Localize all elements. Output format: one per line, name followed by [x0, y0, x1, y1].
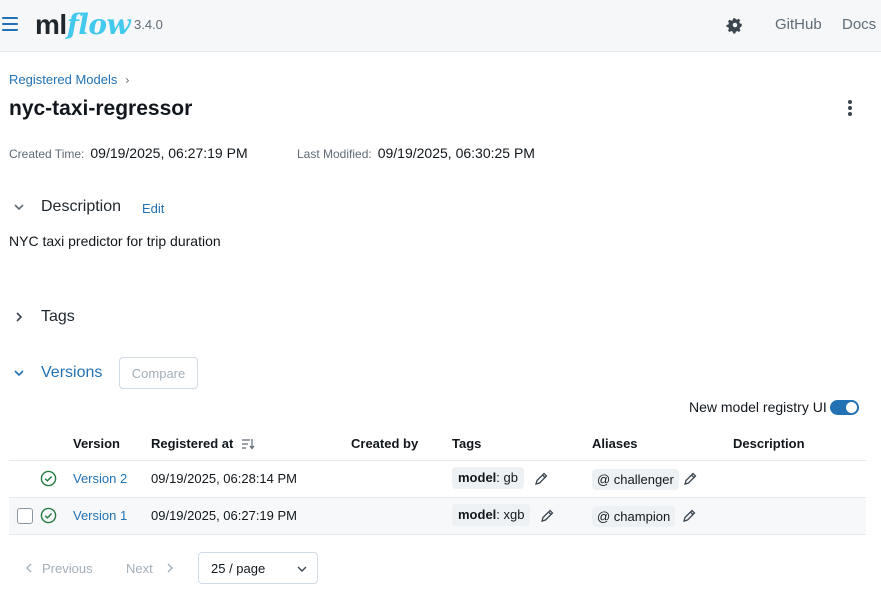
docs-link[interactable]: Docs [842, 16, 876, 33]
last-modified-value: 09/19/2025, 06:30:25 PM [377, 145, 535, 161]
chevron-right-icon [167, 563, 173, 573]
status-ready-icon [40, 470, 57, 487]
versions-section-toggle[interactable]: Versions [13, 364, 102, 382]
gear-icon[interactable] [726, 16, 744, 34]
compare-button[interactable]: Compare [119, 357, 198, 389]
created-time-value: 09/19/2025, 06:27:19 PM [90, 145, 248, 161]
pagination: Previous Next 25 / page [0, 552, 400, 584]
table-row: Version 2 09/19/2025, 06:28:14 PM model:… [9, 461, 866, 498]
table-row: Version 1 09/19/2025, 06:27:19 PM model:… [9, 498, 866, 535]
menu-icon[interactable] [2, 17, 18, 31]
description-heading: Description [41, 198, 122, 215]
versions-table: Version Registered at Created by Tags Al… [9, 426, 866, 535]
top-bar: mlflow 3.4.0 GitHub Docs [0, 0, 881, 52]
column-registered-at[interactable]: Registered at [151, 436, 255, 451]
tag-chip: model: gb [452, 467, 524, 489]
description-section-toggle[interactable]: Description [13, 198, 121, 216]
column-tags: Tags [452, 436, 482, 451]
breadcrumb-separator: › [125, 73, 130, 87]
column-version[interactable]: Version [73, 436, 120, 451]
github-link[interactable]: GitHub [775, 16, 822, 33]
created-time: Created Time: 09/19/2025, 06:27:19 PM [9, 145, 248, 161]
registered-at-value: 09/19/2025, 06:28:14 PM [151, 471, 298, 486]
last-modified: Last Modified: 09/19/2025, 06:30:25 PM [297, 145, 535, 161]
created-time-label: Created Time: [9, 147, 85, 161]
page-size-select[interactable]: 25 / page [198, 552, 318, 584]
chevron-right-icon [16, 312, 23, 322]
registered-at-value: 09/19/2025, 06:27:19 PM [151, 508, 298, 523]
edit-alias-pencil-icon[interactable] [682, 471, 698, 487]
tag-key: model [458, 470, 497, 485]
description-text: NYC taxi predictor for trip duration [9, 233, 221, 249]
tag-value: : xgb [496, 507, 525, 522]
page-size-value: 25 / page [211, 561, 266, 576]
breadcrumb-registered-models[interactable]: Registered Models [9, 72, 117, 87]
column-aliases: Aliases [592, 436, 638, 451]
column-created-by: Created by [351, 436, 419, 451]
page-title: nyc-taxi-regressor [9, 97, 193, 120]
alias-chip: @ champion [592, 506, 676, 527]
next-page-button[interactable]: Next [126, 561, 153, 576]
column-registered-at-label: Registered at [151, 436, 234, 451]
version-link[interactable]: Version 2 [73, 471, 127, 486]
tag-chip: model: xgb [452, 504, 531, 526]
column-description: Description [733, 436, 805, 451]
mlflow-logo[interactable]: mlflow [35, 8, 131, 41]
more-options-icon[interactable] [842, 100, 858, 118]
new-registry-ui-toggle[interactable] [830, 400, 859, 415]
edit-alias-pencil-icon[interactable] [681, 508, 697, 524]
edit-tags-pencil-icon[interactable] [539, 508, 555, 524]
previous-page-button[interactable]: Previous [42, 561, 93, 576]
sort-descending-icon[interactable] [241, 438, 255, 450]
chevron-down-icon [14, 204, 24, 211]
alias-chip: @ challenger [592, 469, 679, 490]
tags-section-toggle[interactable]: Tags [13, 308, 75, 326]
versions-heading: Versions [41, 364, 103, 381]
chevron-down-icon [297, 566, 307, 572]
edit-description-link[interactable]: Edit [142, 201, 164, 216]
table-header: Version Registered at Created by Tags Al… [9, 426, 866, 461]
chevron-down-icon [14, 370, 24, 377]
version-link[interactable]: Version 1 [73, 508, 127, 523]
tags-heading: Tags [41, 308, 75, 325]
version-label: 3.4.0 [134, 17, 163, 32]
tag-value: : gb [496, 470, 518, 485]
new-registry-ui-label: New model registry UI [689, 399, 827, 415]
chevron-left-icon [26, 563, 32, 573]
row-select-checkbox[interactable] [17, 508, 33, 524]
status-ready-icon [40, 507, 57, 524]
breadcrumb: Registered Models › [9, 72, 129, 87]
tag-key: model [458, 507, 497, 522]
last-modified-label: Last Modified: [297, 147, 372, 161]
edit-tags-pencil-icon[interactable] [533, 471, 549, 487]
